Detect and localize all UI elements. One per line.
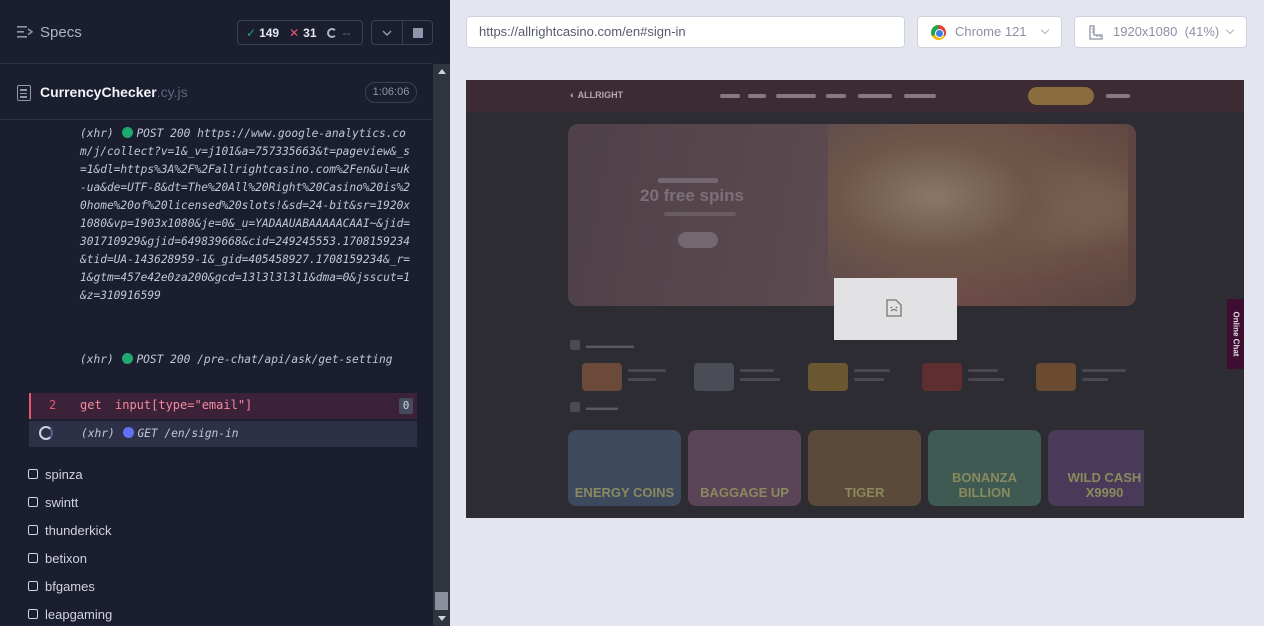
element-count-badge: 0	[399, 398, 413, 414]
command-log: (xhr) POST 200 https://www.google-analyt…	[16, 121, 417, 449]
checkbox-icon	[28, 525, 38, 535]
viewport-size: 1920x1080 (41%)	[1113, 24, 1220, 39]
stop-icon	[412, 27, 423, 38]
game-card[interactable]: BONANZA BILLION	[928, 430, 1041, 506]
nav-link[interactable]	[904, 94, 936, 98]
nav-link[interactable]	[858, 94, 892, 98]
chevron-down-icon	[1225, 25, 1235, 35]
spec-list-item[interactable]: betixon	[28, 544, 112, 572]
command-selector: input[type="email"]	[115, 398, 253, 412]
command-log-scrollbar[interactable]	[433, 64, 450, 626]
chevron-down-icon	[1040, 25, 1050, 35]
loading-spinner-icon	[39, 426, 53, 440]
hero-button[interactable]	[678, 232, 718, 248]
spec-list-item[interactable]: thunderkick	[28, 516, 112, 544]
spec-list-item[interactable]: spinza	[28, 460, 112, 488]
site-header: ◐ ALLRIGHT	[466, 80, 1244, 112]
online-chat-tab[interactable]: Online Chat	[1227, 299, 1244, 369]
checkbox-icon	[28, 497, 38, 507]
browser-label: Chrome 121	[955, 24, 1027, 39]
scrollbar-thumb[interactable]	[435, 592, 448, 610]
checkbox-icon	[28, 553, 38, 563]
scroll-up-arrow-icon[interactable]	[438, 69, 446, 74]
chrome-icon	[931, 25, 946, 40]
sign-in-link[interactable]	[1106, 94, 1130, 98]
broken-image-icon	[886, 299, 902, 317]
sign-up-button[interactable]	[1028, 87, 1094, 105]
failed-command-row[interactable]: 2 get input[type="email"] 0	[29, 393, 417, 419]
game-card[interactable]: TIGER	[808, 430, 921, 506]
xhr-log-entry[interactable]: (xhr) POST 200 https://www.google-analyt…	[80, 125, 415, 305]
spec-file-ext: .cy.js	[156, 84, 188, 100]
pending-xhr-row[interactable]: (xhr) GET /en/sign-in	[29, 421, 417, 447]
nav-link[interactable]	[720, 94, 740, 98]
spec-file-row[interactable]: CurrencyChecker.cy.js 1:06:06	[0, 65, 433, 120]
site-logo: ◐ ALLRIGHT	[570, 90, 624, 100]
chevron-down-icon	[382, 29, 392, 36]
status-dot-icon	[122, 127, 134, 138]
command-name: get	[80, 398, 102, 412]
scroll-down-arrow-icon[interactable]	[438, 616, 446, 621]
run-stats: ✓ 149 ✕ 31 --	[237, 20, 363, 45]
star-icon	[570, 402, 580, 412]
url-bar[interactable]: https://allrightcasino.com/en#sign-in	[466, 16, 905, 48]
pending-spinner-icon	[326, 27, 337, 38]
passed-count: 149	[259, 25, 280, 40]
status-dot-icon	[123, 427, 135, 438]
check-icon: ✓	[246, 25, 257, 40]
status-dot-icon	[122, 353, 134, 364]
command-number: 2	[49, 398, 57, 412]
specs-header: Specs ✓ 149 ✕ 31 --	[0, 0, 433, 64]
specs-title[interactable]: Specs	[40, 24, 82, 41]
checkbox-icon	[28, 581, 38, 591]
nav-link[interactable]	[748, 94, 766, 98]
x-icon: ✕	[289, 25, 300, 40]
viewport-selector[interactable]: 1920x1080 (41%)	[1074, 16, 1247, 48]
hero-title: 20 free spins	[640, 186, 744, 205]
app-under-test-iframe[interactable]: ◐ ALLRIGHT 20 free spins ▬▬▬▬▬▬ ▬▬▬▬ ENE…	[466, 80, 1244, 518]
specs-list-icon[interactable]	[17, 25, 33, 39]
spec-list-item[interactable]: bfgames	[28, 572, 112, 600]
ruler-icon	[1089, 25, 1103, 40]
failed-count: 31	[303, 25, 317, 40]
cypress-runner-panel: Specs ✓ 149 ✕ 31 -- CurrencyChecker.cy.j…	[0, 0, 450, 626]
browser-selector[interactable]: Chrome 121	[917, 16, 1062, 48]
spec-list-item[interactable]: swintt	[28, 488, 112, 516]
spec-file-name: CurrencyChecker.cy.js	[40, 84, 188, 100]
checkbox-icon	[28, 609, 38, 619]
spec-list-item[interactable]: leapgaming	[28, 600, 112, 626]
trophy-icon	[570, 340, 580, 350]
broken-image-placeholder	[834, 278, 957, 340]
pending-count: --	[342, 25, 351, 40]
latest-winnings-strip	[568, 360, 1142, 394]
game-card[interactable]: BAGGAGE UP	[688, 430, 801, 506]
stop-button[interactable]	[403, 20, 433, 45]
nav-link[interactable]	[776, 94, 816, 98]
nav-link[interactable]	[826, 94, 846, 98]
xhr-log-entry[interactable]: (xhr) POST 200 /pre-chat/api/ask/get-set…	[80, 351, 415, 369]
checkbox-icon	[28, 469, 38, 479]
collapse-button[interactable]	[371, 20, 403, 45]
games-grid: ENERGY COINS BAGGAGE UP TIGER BONANZA BI…	[568, 430, 1144, 506]
run-duration: 1:06:06	[365, 82, 417, 103]
game-card[interactable]: ENERGY COINS	[568, 430, 681, 506]
spec-list: spinza swintt thunderkick betixon bfgame…	[28, 460, 112, 626]
game-card[interactable]: WILD CASH X9990	[1048, 430, 1144, 506]
document-icon	[17, 85, 31, 101]
